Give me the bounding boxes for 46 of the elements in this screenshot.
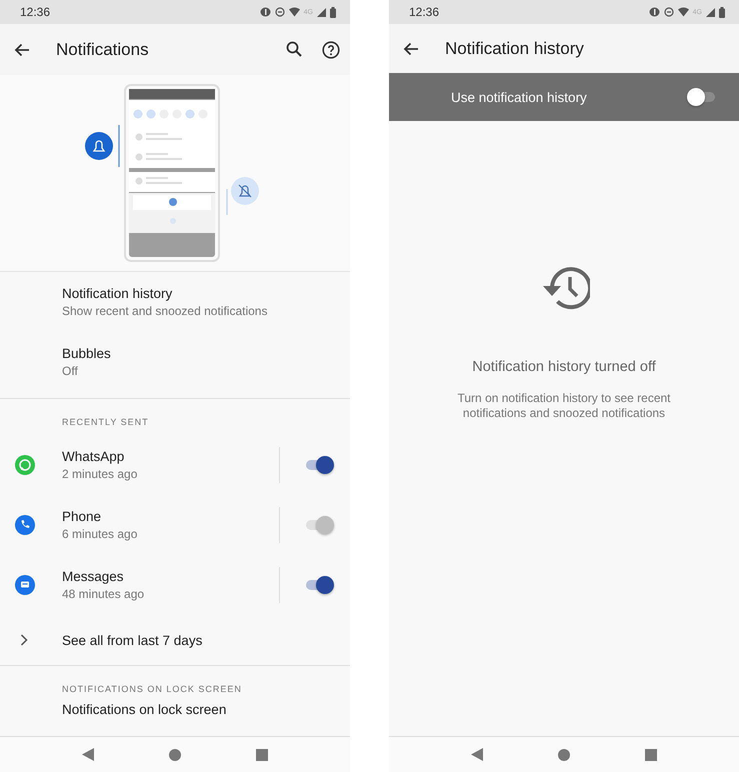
search-button[interactable]	[286, 40, 302, 58]
section-header: RECENTLY SENT	[61, 416, 150, 429]
app-time: 2 minutes ago	[62, 467, 138, 481]
back-nav-button[interactable]	[82, 748, 94, 761]
item-subtitle: Off	[62, 364, 79, 378]
app-time: 48 minutes ago	[62, 587, 146, 601]
section-header: NOTIFICATIONS ON LOCK SCREEN	[61, 683, 243, 696]
recents-nav-button[interactable]	[645, 748, 657, 760]
wifi-icon	[288, 7, 300, 17]
status-time: 12:36	[20, 5, 50, 19]
switch-label: Use notification history	[451, 90, 588, 104]
item-title: Notification history	[62, 286, 174, 301]
battery-icon	[330, 6, 336, 18]
do-not-disturb-icon	[664, 7, 674, 17]
item-title[interactable]: Notifications on lock screen	[0, 702, 350, 717]
home-nav-button[interactable]	[558, 748, 570, 760]
back-button[interactable]	[403, 42, 419, 56]
signal-icon	[706, 8, 715, 16]
home-nav-button[interactable]	[169, 748, 181, 760]
settings-item[interactable]: Bubbles Off	[0, 332, 350, 392]
app-name[interactable]: WhatsApp	[62, 449, 279, 464]
chevron-icon	[20, 634, 28, 646]
recents-nav-button[interactable]	[256, 748, 268, 760]
back-nav-button[interactable]	[471, 748, 483, 761]
signal-icon	[317, 8, 326, 16]
do-not-disturb-icon	[274, 7, 285, 17]
toggle-switch[interactable]	[304, 455, 334, 475]
wifi-icon	[678, 7, 689, 17]
see-all-link[interactable]: See all from last 7 days	[62, 632, 202, 648]
help-button[interactable]	[322, 40, 340, 58]
battery-icon	[719, 6, 725, 18]
toggle-switch[interactable]	[304, 575, 334, 595]
app-time: 6 minutes ago	[62, 527, 138, 541]
vibrate-icon	[260, 7, 271, 17]
screen-title: Notifications	[56, 40, 150, 60]
app-name[interactable]: Messages	[62, 569, 279, 584]
toggle-switch[interactable]	[687, 87, 717, 107]
vibrate-icon	[648, 7, 660, 17]
screen-title: Notification history	[445, 38, 585, 58]
back-button[interactable]	[14, 42, 30, 56]
empty-state-description: Turn on notification history to see recent notifications and snoozed notifications	[456, 391, 672, 421]
status-time: 12:36	[409, 5, 440, 19]
empty-state-title: Notification history turned off	[472, 359, 656, 375]
settings-item[interactable]: Notification history Show recent and snoozed notifications	[0, 272, 350, 332]
item-subtitle: Show recent and snoozed notifications	[62, 304, 268, 318]
item-title: Bubbles	[62, 346, 112, 361]
